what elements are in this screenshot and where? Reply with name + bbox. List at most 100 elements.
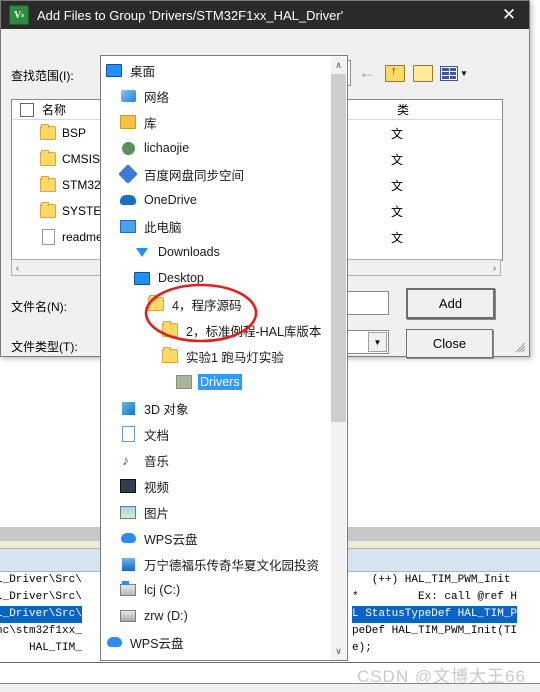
dropdown-item[interactable]: lcj (C:) [102, 577, 332, 603]
dropdown-item[interactable]: Downloads [102, 239, 332, 265]
library-icon [120, 114, 136, 130]
close-button[interactable]: Close [406, 329, 493, 358]
dropdown-item[interactable]: 桌面 [102, 57, 332, 83]
dropdown-item-label: 百度网盘同步空间 [144, 168, 245, 183]
views-icon [440, 65, 459, 81]
dropdown-item-label: 2，标准例程-HAL库版本 [186, 324, 322, 339]
code-column-right: (++) HAL_TIM_PWM_Init * Ex: call @ref H L … [352, 572, 518, 657]
code-line: L StatusTypeDef HAL_TIM_P [352, 606, 518, 623]
code-line: nc\stm32f1xx_ [0, 625, 82, 637]
code-line: e); [352, 642, 372, 654]
code-line: L_Driver\Src\ [0, 606, 82, 623]
dropdown-item[interactable]: 实验1 跑马灯实验 [102, 343, 332, 369]
file-type-cell: 文 [391, 230, 404, 245]
desktop-icon [134, 270, 150, 286]
dropdown-item[interactable]: Drivers [102, 369, 332, 395]
folder-icon [40, 202, 56, 219]
documents-icon [120, 426, 136, 442]
dropdown-items: 桌面网络库 lichaojie 百度网盘同步空间 OneDrive 此电脑 Downloa… [102, 57, 332, 661]
dropdown-item[interactable]: ♪ 音乐 [102, 447, 332, 473]
file-type-cell: 文 [391, 178, 404, 193]
file-name-label: 文件名(N): [11, 300, 67, 314]
up-one-level-button[interactable] [384, 62, 406, 84]
dropdown-item[interactable]: 4，程序源码 [102, 291, 332, 317]
dropdown-item[interactable]: 视频 [102, 473, 332, 499]
downloads-icon [134, 244, 150, 260]
network-icon [120, 88, 136, 104]
dropdown-item[interactable]: WPS云盘 [102, 525, 332, 551]
dropdown-item-label: lichaojie [144, 141, 190, 155]
look-in-label: 查找范围(I): [11, 69, 74, 83]
thispc-icon [120, 218, 136, 234]
dropdown-item-label: zrw (D:) [144, 609, 188, 623]
video-icon [120, 478, 136, 494]
dropdown-item-label: WPS云盘 [144, 532, 198, 547]
file-type-cell: 文 [391, 152, 404, 167]
dropdown-item-label: Drivers [198, 374, 242, 390]
dropdown-item[interactable]: 网络 [102, 83, 332, 109]
scroll-left-icon[interactable]: ‹ [12, 263, 23, 273]
company-icon [106, 660, 122, 661]
new-folder-button[interactable] [412, 62, 434, 84]
folder-icon [40, 150, 56, 167]
dropdown-item[interactable]: 万宁德福乐传奇华夏文化园投资 [102, 551, 332, 577]
dropdown-item-label: 库 [144, 116, 157, 131]
dropdown-item-label: 4，程序源码 [172, 298, 242, 313]
dropdown-item-label: 音乐 [144, 454, 170, 469]
wps-cloud-icon [106, 634, 122, 650]
dropdown-item[interactable]: 百度网盘同步空间 [102, 161, 332, 187]
folder-icon [162, 347, 178, 364]
dropdown-item[interactable]: zrw (D:) [102, 603, 332, 629]
folder-icon [40, 124, 56, 141]
dropdown-item[interactable]: OneDrive [102, 187, 332, 213]
scroll-right-icon[interactable]: › [489, 263, 500, 273]
scroll-up-icon[interactable]: ∧ [331, 57, 346, 73]
dropdown-item-label: 文档 [144, 428, 170, 443]
dropdown-item[interactable]: Desktop [102, 265, 332, 291]
select-all-checkbox[interactable] [20, 102, 34, 117]
file-name-text: CMSIS [62, 152, 101, 166]
close-icon[interactable]: ✕ [489, 1, 529, 29]
3d-objects-icon [120, 400, 136, 416]
dropdown-item[interactable]: lichaojie [102, 135, 332, 161]
onedrive-icon [120, 192, 136, 208]
code-line: HAL_TIM_ [0, 642, 82, 654]
desktop-icon [106, 62, 122, 78]
company-icon [120, 556, 136, 572]
resize-grip[interactable] [514, 341, 526, 353]
dropdown-item[interactable]: 此电脑 [102, 213, 332, 239]
scroll-down-icon[interactable]: ∨ [331, 643, 346, 659]
chevron-down-icon[interactable]: ▼ [460, 69, 468, 78]
keil-uvision-icon: Vs [9, 5, 29, 25]
dropdown-item-label: Downloads [158, 245, 220, 259]
back-button[interactable]: ← [356, 62, 378, 84]
code-line: peDef HAL_TIM_PWM_Init(TI [352, 625, 518, 637]
system-drive-icon [120, 581, 136, 598]
dialog-title-bar[interactable]: Vs Add Files to Group 'Drivers/STM32F1xx… [1, 1, 529, 29]
dropdown-scrollbar-thumb[interactable] [331, 74, 346, 422]
views-button[interactable]: ▼ [438, 62, 470, 84]
up-folder-icon [385, 64, 405, 82]
code-line: L_Driver\Src\ [0, 574, 82, 586]
music-icon: ♪ [122, 451, 129, 468]
file-type-cell: 文 [391, 204, 404, 219]
dropdown-item-label: 实验1 跑马灯实验 [186, 350, 284, 365]
dropdown-item[interactable]: 万宁德福乐传奇华夏文化园投资 [102, 655, 332, 661]
dropdown-item[interactable]: WPS云盘 [102, 629, 332, 655]
folder-icon [148, 295, 164, 312]
dropdown-item[interactable]: 3D 对象 [102, 395, 332, 421]
add-button[interactable]: Add [406, 288, 495, 319]
dropdown-item[interactable]: 2，标准例程-HAL库版本 [102, 317, 332, 343]
user-icon [120, 140, 136, 156]
chevron-down-icon[interactable]: ▼ [368, 332, 387, 352]
new-folder-icon [413, 64, 433, 82]
dropdown-item[interactable]: 图片 [102, 499, 332, 525]
dropdown-item-label: 网络 [144, 90, 170, 105]
dropdown-item-label: 万宁德福乐传奇华夏文化园投资 [144, 558, 320, 573]
dropdown-item[interactable]: 库 [102, 109, 332, 135]
column-header-type[interactable]: 类 [397, 101, 457, 118]
dropdown-item[interactable]: 文档 [102, 421, 332, 447]
look-in-dropdown-list[interactable]: 桌面网络库 lichaojie 百度网盘同步空间 OneDrive 此电脑 Downloa… [100, 55, 348, 661]
dropdown-item-label: OneDrive [144, 193, 197, 207]
file-type-cell: 文 [391, 126, 404, 141]
